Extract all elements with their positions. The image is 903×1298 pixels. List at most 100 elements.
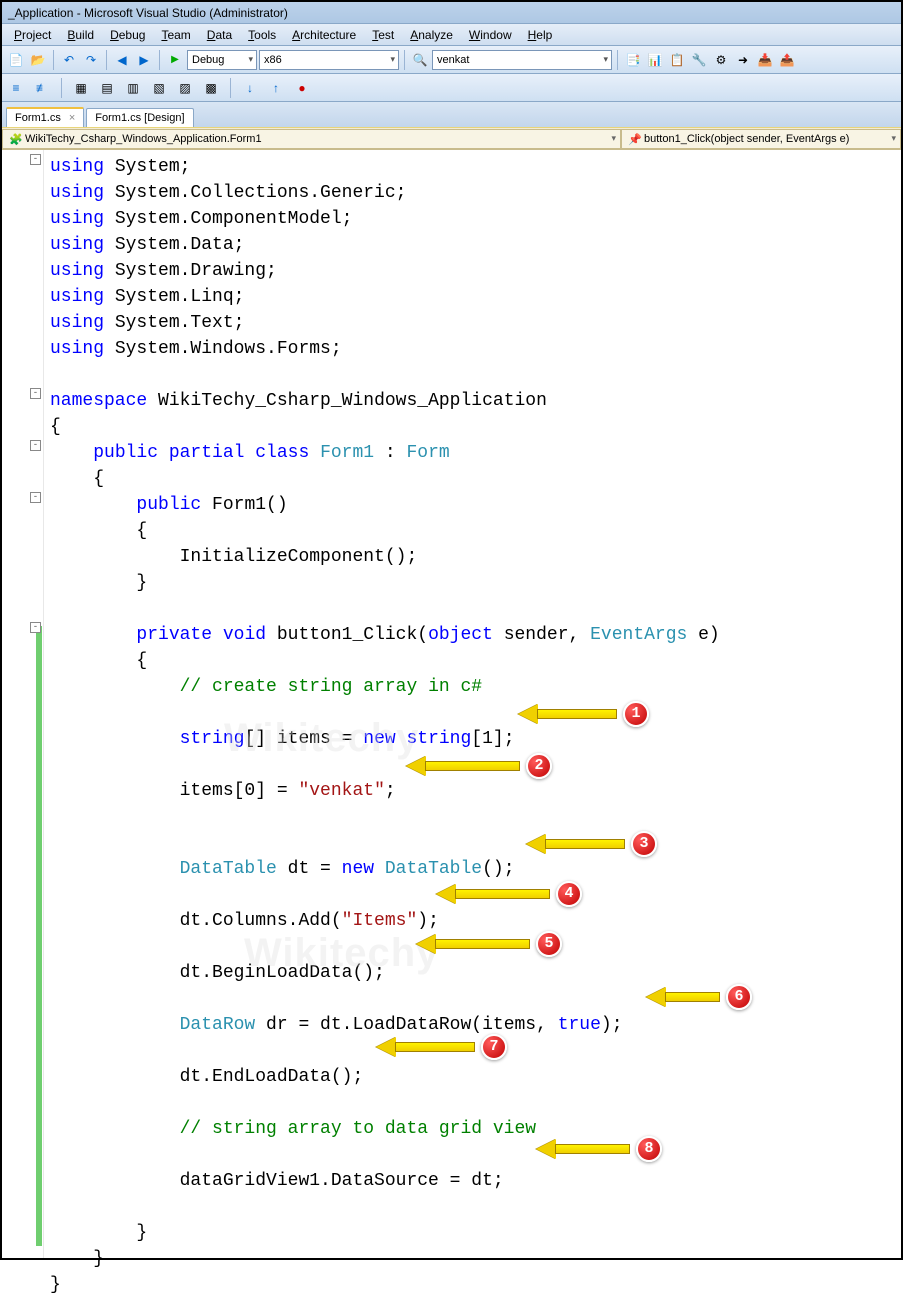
config-dropdown[interactable]: Debug xyxy=(187,50,257,70)
code-line[interactable] xyxy=(50,596,901,622)
code-line[interactable] xyxy=(50,934,901,960)
menu-debug[interactable]: Debug xyxy=(102,26,153,44)
close-icon[interactable]: × xyxy=(69,112,75,124)
code-line[interactable]: } xyxy=(50,1220,901,1246)
add-item-icon[interactable]: 📄 xyxy=(6,50,26,70)
code-line[interactable] xyxy=(50,362,901,388)
scope-dropdown[interactable]: 🧩 WikiTechy_Csharp_Windows_Application.F… xyxy=(2,129,621,149)
member-dropdown[interactable]: 📌 button1_Click(object sender, EventArgs… xyxy=(621,129,901,149)
fold-toggle-icon[interactable]: - xyxy=(30,154,41,165)
code-line[interactable]: using System.Linq; xyxy=(50,284,901,310)
code-line[interactable]: DataRow dr = dt.LoadDataRow(items, true)… xyxy=(50,1012,901,1038)
menu-architecture[interactable]: Architecture xyxy=(284,26,364,44)
code-line[interactable]: dt.BeginLoadData(); xyxy=(50,960,901,986)
code-line[interactable] xyxy=(50,882,901,908)
menu-help[interactable]: Help xyxy=(520,26,561,44)
menu-analyze[interactable]: Analyze xyxy=(402,26,461,44)
undo-icon[interactable]: ↶ xyxy=(59,50,79,70)
code-line[interactable]: using System.ComponentModel; xyxy=(50,206,901,232)
code-line[interactable]: -namespace WikiTechy_Csharp_Windows_Appl… xyxy=(50,388,901,414)
step-out-icon[interactable]: ↑ xyxy=(266,78,286,98)
code-area[interactable]: -using System;using System.Collections.G… xyxy=(44,150,901,1258)
code-line[interactable]: string[] items = new string[1]; xyxy=(50,726,901,752)
layout-icon-6[interactable]: ▩ xyxy=(201,78,221,98)
layout-icon-1[interactable]: ▦ xyxy=(71,78,91,98)
menu-test[interactable]: Test xyxy=(364,26,402,44)
code-line[interactable]: { xyxy=(50,518,901,544)
tool-icon-8[interactable]: 📤 xyxy=(777,50,797,70)
layout-icon-4[interactable]: ▧ xyxy=(149,78,169,98)
nav-fwd-icon[interactable]: ▶ xyxy=(134,50,154,70)
code-line[interactable] xyxy=(50,804,901,830)
platform-dropdown[interactable]: x86 xyxy=(259,50,399,70)
code-line[interactable]: - public partial class Form1 : Form xyxy=(50,440,901,466)
menu-team[interactable]: Team xyxy=(153,26,198,44)
code-line[interactable]: dt.EndLoadData(); xyxy=(50,1064,901,1090)
step-icon[interactable]: ↓ xyxy=(240,78,260,98)
window-title: _Application - Microsoft Visual Studio (… xyxy=(8,6,288,20)
code-line[interactable]: - private void button1_Click(object send… xyxy=(50,622,901,648)
code-line[interactable]: using System.Drawing; xyxy=(50,258,901,284)
breakpoint-icon[interactable]: ● xyxy=(292,78,312,98)
code-line[interactable]: -using System; xyxy=(50,154,901,180)
code-line[interactable] xyxy=(50,752,901,778)
code-line[interactable] xyxy=(50,1194,901,1220)
separator xyxy=(404,50,405,70)
code-line[interactable] xyxy=(50,986,901,1012)
tab-form1-cs[interactable]: Form1.cs× xyxy=(6,107,84,127)
fold-toggle-icon[interactable]: - xyxy=(30,622,41,633)
code-line[interactable] xyxy=(50,1090,901,1116)
code-line[interactable]: using System.Text; xyxy=(50,310,901,336)
code-line[interactable]: dt.Columns.Add("Items"); xyxy=(50,908,901,934)
code-line[interactable]: { xyxy=(50,466,901,492)
comment-icon[interactable]: ≡ xyxy=(6,78,26,98)
code-line[interactable]: using System.Data; xyxy=(50,232,901,258)
menu-tools[interactable]: Tools xyxy=(240,26,284,44)
code-line[interactable]: // string array to data grid view xyxy=(50,1116,901,1142)
code-line[interactable] xyxy=(50,700,901,726)
code-line[interactable]: } xyxy=(50,1246,901,1272)
code-line[interactable]: DataTable dt = new DataTable(); xyxy=(50,856,901,882)
code-line[interactable]: { xyxy=(50,648,901,674)
fold-toggle-icon[interactable]: - xyxy=(30,492,41,503)
code-line[interactable]: } xyxy=(50,570,901,596)
nav-back-icon[interactable]: ◀ xyxy=(112,50,132,70)
find-dropdown[interactable]: venkat xyxy=(432,50,612,70)
find-icon[interactable]: 🔍 xyxy=(410,50,430,70)
code-line[interactable]: - public Form1() xyxy=(50,492,901,518)
menu-window[interactable]: Window xyxy=(461,26,520,44)
code-line[interactable]: dataGridView1.DataSource = dt; xyxy=(50,1168,901,1194)
layout-icon-5[interactable]: ▨ xyxy=(175,78,195,98)
code-line[interactable]: } xyxy=(50,1272,901,1298)
tool-icon-2[interactable]: 📊 xyxy=(645,50,665,70)
start-debug-icon[interactable]: ▶ xyxy=(165,50,185,70)
code-line[interactable]: InitializeComponent(); xyxy=(50,544,901,570)
code-line[interactable] xyxy=(50,1038,901,1064)
tab-form1-cs--design-[interactable]: Form1.cs [Design] xyxy=(86,108,193,127)
code-line[interactable] xyxy=(50,830,901,856)
code-line[interactable]: // create string array in c# xyxy=(50,674,901,700)
code-line[interactable]: items[0] = "venkat"; xyxy=(50,778,901,804)
fold-toggle-icon[interactable]: - xyxy=(30,440,41,451)
code-line[interactable]: using System.Windows.Forms; xyxy=(50,336,901,362)
tool-icon-3[interactable]: 📋 xyxy=(667,50,687,70)
menu-project[interactable]: Project xyxy=(6,26,59,44)
uncomment-icon[interactable]: ≢ xyxy=(32,78,52,98)
tool-icon-1[interactable]: 📑 xyxy=(623,50,643,70)
tool-icon-6[interactable]: ➜ xyxy=(733,50,753,70)
fold-toggle-icon[interactable]: - xyxy=(30,388,41,399)
menu-build[interactable]: Build xyxy=(59,26,102,44)
code-editor[interactable]: -using System;using System.Collections.G… xyxy=(2,150,901,1258)
code-line[interactable]: using System.Collections.Generic; xyxy=(50,180,901,206)
layout-icon-3[interactable]: ▥ xyxy=(123,78,143,98)
code-line[interactable] xyxy=(50,1142,901,1168)
menu-data[interactable]: Data xyxy=(199,26,240,44)
redo-icon[interactable]: ↷ xyxy=(81,50,101,70)
layout-icon-2[interactable]: ▤ xyxy=(97,78,117,98)
open-icon[interactable]: 📂 xyxy=(28,50,48,70)
tool-icon-5[interactable]: ⚙ xyxy=(711,50,731,70)
tool-icon-7[interactable]: 📥 xyxy=(755,50,775,70)
tool-icon-4[interactable]: 🔧 xyxy=(689,50,709,70)
code-line[interactable]: { xyxy=(50,414,901,440)
separator xyxy=(106,50,107,70)
